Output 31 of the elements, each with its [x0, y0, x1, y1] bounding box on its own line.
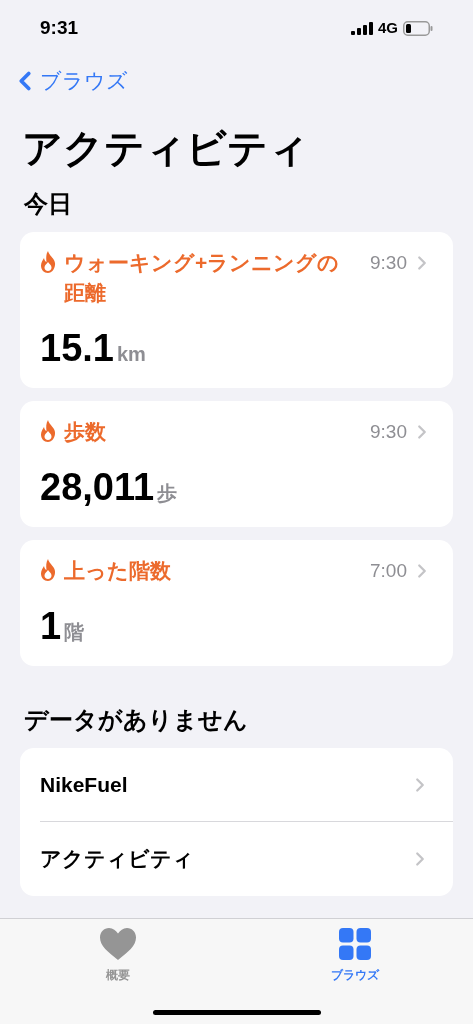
- tab-item[interactable]: ブラウズ: [236, 919, 473, 984]
- metric-title: 歩数: [64, 419, 106, 445]
- metric-unit: km: [116, 342, 146, 367]
- flame-icon: [40, 251, 56, 273]
- metric-time: 7:00: [370, 559, 407, 583]
- metric-unit: 階: [64, 620, 85, 645]
- status-time: 9:31: [40, 15, 80, 40]
- section-heading: 今日: [23, 189, 73, 219]
- battery-icon: [403, 20, 433, 36]
- flame-icon: [40, 559, 56, 581]
- section-heading: データがありません: [23, 705, 249, 735]
- metric-time: 9:30: [370, 420, 407, 444]
- signal-icon: [351, 21, 373, 35]
- metric-card[interactable]: 上った階数 7:00 1階: [20, 540, 453, 666]
- metric-time: 9:30: [370, 251, 407, 275]
- metric-card[interactable]: 歩数 9:30 28,011歩: [20, 401, 453, 527]
- metric-title: 上った階数: [64, 558, 171, 584]
- page-title: アクティビティ: [21, 125, 310, 172]
- network-label: 4G: [378, 17, 398, 38]
- grid-icon: [338, 928, 371, 960]
- back-button[interactable]: ブラウズ: [10, 65, 128, 97]
- flame-icon: [40, 420, 56, 442]
- metric-title: ウォーキング+ランニングの距離: [64, 250, 341, 306]
- metric-unit: 歩: [157, 481, 178, 506]
- metric-value: 15.1: [40, 326, 114, 370]
- list-item[interactable]: NikeFuel: [40, 768, 409, 801]
- metric-card[interactable]: ウォーキング+ランニングの距離 9:30 15.1 km: [20, 232, 453, 388]
- metric-value: 1: [40, 604, 62, 648]
- list-item[interactable]: アクティビティ: [40, 843, 409, 875]
- heart-icon: [100, 928, 137, 960]
- metric-value: 28,011: [40, 465, 155, 509]
